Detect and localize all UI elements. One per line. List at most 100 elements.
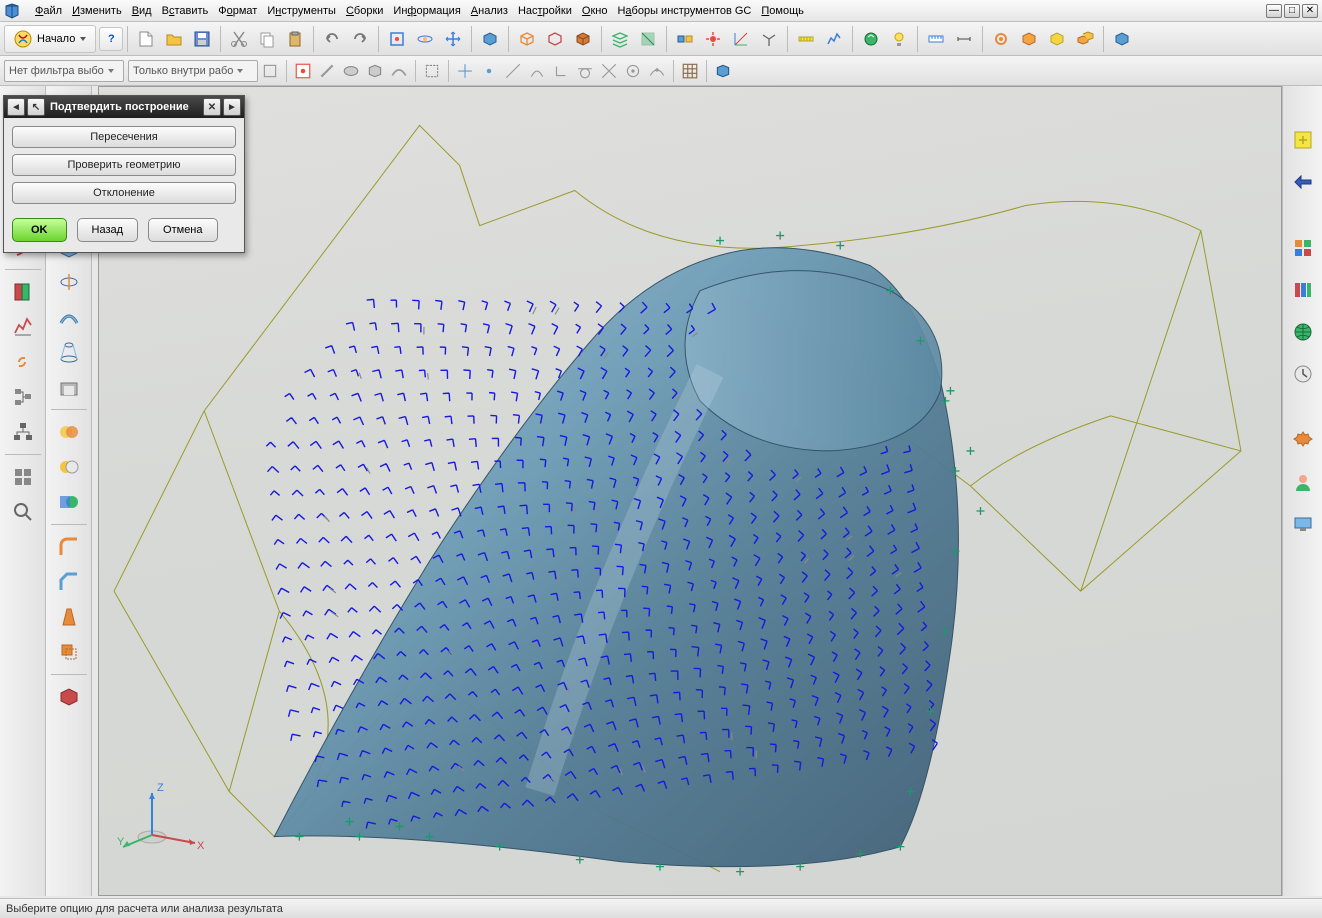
role-icon[interactable] (1289, 126, 1317, 154)
web-icon[interactable] (1289, 318, 1317, 346)
dim-icon[interactable] (951, 26, 977, 52)
snap-int-icon[interactable] (598, 60, 620, 82)
analysis-icon[interactable] (821, 26, 847, 52)
snap-arc-icon[interactable] (526, 60, 548, 82)
explode-icon[interactable] (700, 26, 726, 52)
pick-point-icon[interactable] (292, 60, 314, 82)
link-icon[interactable] (6, 347, 40, 377)
draft-icon[interactable] (52, 602, 86, 632)
pan-icon[interactable] (440, 26, 466, 52)
section-icon[interactable] (635, 26, 661, 52)
window-close-button[interactable]: ✕ (1302, 4, 1318, 18)
snap-perp-icon[interactable] (550, 60, 572, 82)
menu-gc[interactable]: Наборы инструментов GC (612, 3, 756, 19)
nav-blue-icon[interactable] (1289, 168, 1317, 196)
config-icon[interactable] (1289, 426, 1317, 454)
dialog-nav-prev[interactable]: ◄ (7, 98, 25, 116)
shell-icon[interactable] (52, 372, 86, 402)
zoom-icon[interactable] (6, 497, 40, 527)
hidden-line-icon[interactable] (542, 26, 568, 52)
menu-view[interactable]: Вид (127, 3, 157, 19)
assembly-nav-icon[interactable] (1289, 234, 1317, 262)
unite-icon[interactable] (52, 417, 86, 447)
cut-icon[interactable] (226, 26, 252, 52)
menu-tools[interactable]: Инструменты (262, 3, 341, 19)
tree-icon[interactable] (6, 382, 40, 412)
window-maximize-button[interactable]: □ (1284, 4, 1300, 18)
shaded-edges-icon[interactable] (570, 26, 596, 52)
structure-icon[interactable] (6, 417, 40, 447)
menu-help[interactable]: Помощь (756, 3, 809, 19)
shell2-icon[interactable] (52, 682, 86, 712)
cube-blue-icon[interactable] (1109, 26, 1135, 52)
menu-file[interactable]: Файл (30, 3, 67, 19)
csys-icon[interactable] (756, 26, 782, 52)
snap-quad-icon[interactable] (646, 60, 668, 82)
check-geometry-button[interactable]: Проверить геометрию (12, 154, 236, 176)
intersect-icon[interactable] (52, 487, 86, 517)
menu-analysis[interactable]: Анализ (466, 3, 513, 19)
cube-yellow-icon[interactable] (1044, 26, 1070, 52)
revolve-icon[interactable] (52, 267, 86, 297)
light-icon[interactable] (886, 26, 912, 52)
loft-icon[interactable] (52, 337, 86, 367)
user-icon[interactable] (1289, 468, 1317, 496)
menu-edit[interactable]: Изменить (67, 3, 127, 19)
start-button[interactable]: Начало (4, 25, 96, 53)
cube-orange-icon[interactable] (1016, 26, 1042, 52)
cube-stack-icon[interactable] (1072, 26, 1098, 52)
grid4-icon[interactable] (6, 462, 40, 492)
snap-line-icon[interactable] (502, 60, 524, 82)
menu-format[interactable]: Формат (213, 3, 262, 19)
new-file-icon[interactable] (133, 26, 159, 52)
shaded-icon[interactable] (477, 26, 503, 52)
snap-mid-icon[interactable] (478, 60, 500, 82)
measure-icon[interactable] (793, 26, 819, 52)
snap-end-icon[interactable] (454, 60, 476, 82)
filter-combo-1[interactable]: Нет фильтра выбо (4, 60, 124, 82)
fillet-icon[interactable] (52, 532, 86, 562)
chart-icon[interactable] (6, 312, 40, 342)
dialog-nav-next[interactable]: ► (223, 98, 241, 116)
dialog-pointer-icon[interactable]: ↖ (27, 98, 45, 116)
intersections-button[interactable]: Пересечения (12, 126, 236, 148)
dialog-close[interactable]: ✕ (203, 98, 221, 116)
book-icon[interactable] (6, 277, 40, 307)
filter-combo-2[interactable]: Только внутри рабо (128, 60, 258, 82)
help-button[interactable]: ? (99, 27, 123, 51)
grid-icon[interactable] (679, 60, 701, 82)
subtract-icon[interactable] (52, 452, 86, 482)
chamfer-icon[interactable] (52, 567, 86, 597)
pick-curve-icon[interactable] (388, 60, 410, 82)
pick-body-icon[interactable] (364, 60, 386, 82)
sweep-icon[interactable] (52, 302, 86, 332)
offset-face-icon[interactable] (52, 637, 86, 667)
snap-center-icon[interactable] (622, 60, 644, 82)
save-icon[interactable] (189, 26, 215, 52)
menu-settings[interactable]: Настройки (513, 3, 577, 19)
window-minimize-button[interactable]: — (1266, 4, 1282, 18)
ok-button[interactable]: OK (12, 218, 67, 242)
paste-icon[interactable] (282, 26, 308, 52)
wcs-icon[interactable] (712, 60, 734, 82)
open-file-icon[interactable] (161, 26, 187, 52)
library-icon[interactable] (1289, 276, 1317, 304)
menu-window[interactable]: Окно (577, 3, 613, 19)
gear-orange-icon[interactable] (988, 26, 1014, 52)
pick-edge-icon[interactable] (316, 60, 338, 82)
menu-asm[interactable]: Сборки (341, 3, 388, 19)
display-icon[interactable] (1289, 510, 1317, 538)
undo-icon[interactable] (319, 26, 345, 52)
copy-icon[interactable] (254, 26, 280, 52)
pick-face-icon[interactable] (340, 60, 362, 82)
wireframe-icon[interactable] (514, 26, 540, 52)
snap-tan-icon[interactable] (574, 60, 596, 82)
sel-rect-icon[interactable] (421, 60, 443, 82)
menu-insert[interactable]: Вставить (157, 3, 214, 19)
assembly-icon[interactable] (672, 26, 698, 52)
menu-info[interactable]: Информация (388, 3, 465, 19)
render-icon[interactable] (858, 26, 884, 52)
viewport-3d[interactable]: Z X Y (98, 86, 1282, 896)
sel-add-icon[interactable] (259, 60, 281, 82)
cancel-button[interactable]: Отмена (148, 218, 217, 242)
